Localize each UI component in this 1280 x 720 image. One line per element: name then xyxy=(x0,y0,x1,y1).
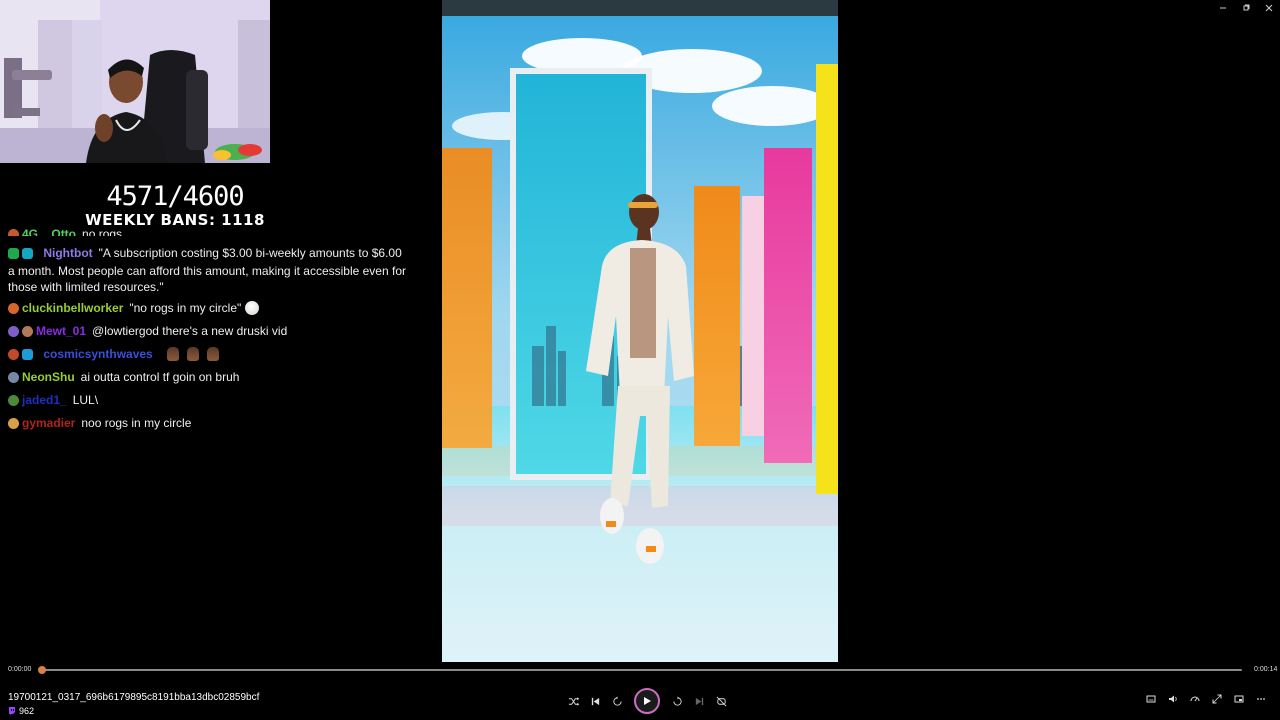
play-icon xyxy=(644,697,651,705)
chat-overlay: 4G__Otto no rogs Nightbot "A subscription … xyxy=(8,226,408,438)
emote-icon xyxy=(166,347,179,361)
speed-button[interactable] xyxy=(1184,693,1206,705)
sub-badge-icon xyxy=(8,395,19,406)
shuffle-icon xyxy=(568,696,579,706)
sub-badge-icon xyxy=(8,326,19,337)
restore-button[interactable] xyxy=(1234,0,1257,16)
chat-badges xyxy=(8,228,22,236)
rewind-icon xyxy=(612,695,622,706)
chat-username[interactable]: Nightbot xyxy=(43,246,92,260)
repeat-button[interactable] xyxy=(710,690,732,712)
shuffle-button[interactable] xyxy=(562,690,584,712)
chat-badges xyxy=(8,302,22,318)
chat-text: @lowtiergod there's a new druski vid xyxy=(92,324,288,338)
chat-message: Nightbot "A subscription costing $3.00 bi… xyxy=(8,245,408,295)
sub-badge-icon xyxy=(8,372,19,383)
chat-message: Mewt_01 @lowtiergod there's a new druski … xyxy=(8,323,408,341)
sub-badge-icon xyxy=(8,303,19,314)
video-filename: 19700121_0317_696b6179895c8191bba13dbc02… xyxy=(8,692,260,703)
chat-username[interactable]: jaded1_ xyxy=(22,393,67,407)
close-icon xyxy=(1265,4,1272,12)
chat-username[interactable]: NeonShu xyxy=(22,370,75,384)
play-button[interactable] xyxy=(634,688,660,714)
chat-badges xyxy=(8,394,22,410)
chat-message: cosmicsynthwaves xyxy=(8,346,408,364)
ban-count: 4571/4600 xyxy=(106,181,244,212)
moderator-badge-icon xyxy=(22,248,33,259)
verified-badge-icon xyxy=(8,248,19,259)
chat-badges xyxy=(8,417,22,433)
minimize-button[interactable] xyxy=(1211,0,1234,16)
chat-username[interactable]: cosmicsynthwaves xyxy=(43,347,152,361)
subtitles-icon xyxy=(1146,695,1156,703)
miniplayer-icon xyxy=(1234,695,1244,703)
subtitles-button[interactable] xyxy=(1140,693,1162,705)
chat-message: jaded1_ LUL\ xyxy=(8,392,408,410)
emote-icon xyxy=(245,301,260,315)
more-icon xyxy=(1257,698,1265,700)
previous-button[interactable] xyxy=(584,690,606,712)
sub-badge-icon xyxy=(8,349,19,360)
playback-controls xyxy=(562,688,732,714)
view-controls xyxy=(1140,693,1272,705)
seek-bar[interactable] xyxy=(42,669,1242,671)
chat-username[interactable]: 4G__Otto xyxy=(22,227,76,236)
chat-badges xyxy=(8,348,36,364)
volume-icon xyxy=(1169,695,1177,703)
chat-text: ai outta control tf goin on bruh xyxy=(80,370,240,384)
chat-badges xyxy=(8,247,36,263)
viewer-count: 962 xyxy=(8,706,34,716)
chat-text: no rogs xyxy=(82,227,123,236)
fullscreen-icon xyxy=(1212,694,1222,704)
window-controls xyxy=(1211,0,1280,16)
restore-icon xyxy=(1243,4,1249,11)
chat-text: noo rogs in my circle xyxy=(81,416,192,430)
chat-username[interactable]: Mewt_01 xyxy=(36,324,86,338)
chat-message: gymadier noo rogs in my circle xyxy=(8,415,408,433)
chat-badges xyxy=(8,371,22,387)
gift-badge-icon xyxy=(22,326,33,337)
chat-text: LUL\ xyxy=(72,393,99,407)
chat-message: cluckinbellworker "no rogs in my circle" xyxy=(8,300,408,318)
chat-badges xyxy=(8,325,36,341)
video-top-strip xyxy=(442,0,838,16)
twitch-icon xyxy=(9,707,15,715)
chat-message: 4G__Otto no rogs xyxy=(8,226,408,236)
current-time: 0:00:00 xyxy=(8,666,32,673)
fullscreen-button[interactable] xyxy=(1206,693,1228,705)
sub-badge-icon xyxy=(8,418,19,429)
volume-button[interactable] xyxy=(1162,693,1184,705)
miniplayer-button[interactable] xyxy=(1228,693,1250,705)
total-time: 0:00:14 xyxy=(1254,666,1278,673)
previous-icon xyxy=(591,697,599,705)
next-icon xyxy=(695,697,703,705)
repeat-off-icon xyxy=(716,696,726,706)
chat-text: "no rogs in my circle" xyxy=(129,301,242,315)
webcam-feed xyxy=(0,0,270,163)
more-options-button[interactable] xyxy=(1250,693,1272,705)
minimize-icon xyxy=(1219,7,1226,9)
forward-30-button[interactable] xyxy=(666,690,688,712)
emote-icon xyxy=(206,347,219,361)
next-button[interactable] xyxy=(688,690,710,712)
chat-username[interactable]: gymadier xyxy=(22,416,75,430)
seek-handle[interactable] xyxy=(38,666,46,674)
prime-badge-icon xyxy=(22,349,33,360)
viewer-count-value: 962 xyxy=(19,706,35,716)
close-button[interactable] xyxy=(1257,0,1280,16)
sub-badge-icon xyxy=(8,229,19,236)
chat-username[interactable]: cluckinbellworker xyxy=(22,301,123,315)
video-frame[interactable] xyxy=(442,16,838,662)
speed-icon xyxy=(1190,696,1200,702)
rewind-10-button[interactable] xyxy=(606,690,628,712)
emote-icon xyxy=(186,347,199,361)
chat-message: NeonShu ai outta control tf goin on bruh xyxy=(8,369,408,387)
fast-forward-icon xyxy=(672,695,682,706)
ban-counter: 4571/4600 WEEKLY BANS: 1118 xyxy=(0,182,350,229)
